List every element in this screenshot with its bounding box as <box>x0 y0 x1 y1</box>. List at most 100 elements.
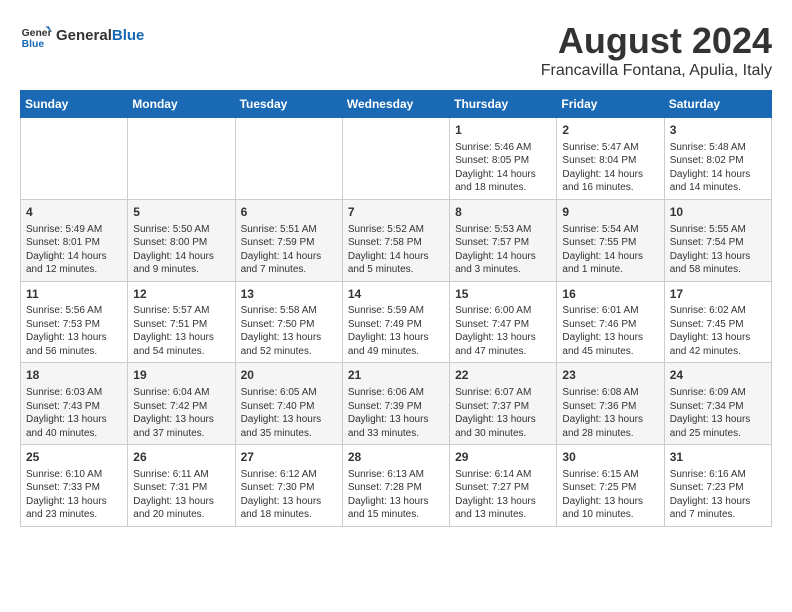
day-detail: Sunrise: 6:00 AM Sunset: 7:47 PM Dayligh… <box>455 304 551 358</box>
day-number: 22 <box>455 367 551 384</box>
day-cell: 3Sunrise: 5:48 AM Sunset: 8:02 PM Daylig… <box>664 118 771 200</box>
day-cell <box>235 118 342 200</box>
day-number: 9 <box>562 204 658 221</box>
day-number: 31 <box>670 449 766 466</box>
day-number: 13 <box>241 286 337 303</box>
day-number: 12 <box>133 286 229 303</box>
day-detail: Sunrise: 6:07 AM Sunset: 7:37 PM Dayligh… <box>455 386 551 440</box>
day-cell <box>21 118 128 200</box>
day-detail: Sunrise: 6:10 AM Sunset: 7:33 PM Dayligh… <box>26 468 122 522</box>
day-detail: Sunrise: 5:57 AM Sunset: 7:51 PM Dayligh… <box>133 304 229 358</box>
day-detail: Sunrise: 5:52 AM Sunset: 7:58 PM Dayligh… <box>348 223 444 277</box>
day-detail: Sunrise: 5:55 AM Sunset: 7:54 PM Dayligh… <box>670 223 766 277</box>
day-number: 24 <box>670 367 766 384</box>
day-detail: Sunrise: 6:09 AM Sunset: 7:34 PM Dayligh… <box>670 386 766 440</box>
day-detail: Sunrise: 6:08 AM Sunset: 7:36 PM Dayligh… <box>562 386 658 440</box>
week-row-2: 4 Sunrise: 5:49 AM Sunset: 8:01 PM Daylig… <box>21 199 772 281</box>
day-cell: 13Sunrise: 5:58 AM Sunset: 7:50 PM Dayli… <box>235 281 342 363</box>
calendar-header-row: SundayMondayTuesdayWednesdayThursdayFrid… <box>21 91 772 118</box>
header-saturday: Saturday <box>664 91 771 118</box>
day-number: 29 <box>455 449 551 466</box>
day-number: 14 <box>348 286 444 303</box>
day-cell <box>342 118 449 200</box>
day-cell: 9 Sunrise: 5:54 AM Sunset: 7:55 PM Daylig… <box>557 199 664 281</box>
logo-general: General <box>56 27 112 44</box>
week-row-4: 18Sunrise: 6:03 AM Sunset: 7:43 PM Dayli… <box>21 363 772 445</box>
day-cell: 12Sunrise: 5:57 AM Sunset: 7:51 PM Dayli… <box>128 281 235 363</box>
day-detail: Sunrise: 5:51 AM Sunset: 7:59 PM Dayligh… <box>241 223 337 277</box>
day-number: 20 <box>241 367 337 384</box>
day-detail: Sunrise: 6:15 AM Sunset: 7:25 PM Dayligh… <box>562 468 658 522</box>
week-row-1: 1 Sunrise: 5:46 AM Sunset: 8:05 PM Daylig… <box>21 118 772 200</box>
day-cell: 24 Sunrise: 6:09 AM Sunset: 7:34 PM Dayli… <box>664 363 771 445</box>
day-detail: Sunrise: 6:12 AM Sunset: 7:30 PM Dayligh… <box>241 468 337 522</box>
day-cell: 26 Sunrise: 6:11 AM Sunset: 7:31 PM Dayli… <box>128 445 235 527</box>
day-cell: 22 Sunrise: 6:07 AM Sunset: 7:37 PM Dayli… <box>450 363 557 445</box>
day-detail: Sunrise: 6:01 AM Sunset: 7:46 PM Dayligh… <box>562 304 658 358</box>
day-number: 3 <box>670 122 766 139</box>
header-friday: Friday <box>557 91 664 118</box>
day-cell: 20 Sunrise: 6:05 AM Sunset: 7:40 PM Dayli… <box>235 363 342 445</box>
day-cell: 11Sunrise: 5:56 AM Sunset: 7:53 PM Dayli… <box>21 281 128 363</box>
day-detail: Sunrise: 6:06 AM Sunset: 7:39 PM Dayligh… <box>348 386 444 440</box>
day-number: 2 <box>562 122 658 139</box>
day-cell: 5Sunrise: 5:50 AM Sunset: 8:00 PM Daylig… <box>128 199 235 281</box>
day-number: 19 <box>133 367 229 384</box>
day-number: 28 <box>348 449 444 466</box>
day-number: 1 <box>455 122 551 139</box>
week-row-5: 25 Sunrise: 6:10 AM Sunset: 7:33 PM Dayli… <box>21 445 772 527</box>
logo-blue: Blue <box>112 27 145 44</box>
day-cell: 23Sunrise: 6:08 AM Sunset: 7:36 PM Dayli… <box>557 363 664 445</box>
week-row-3: 11Sunrise: 5:56 AM Sunset: 7:53 PM Dayli… <box>21 281 772 363</box>
day-cell: 31 Sunrise: 6:16 AM Sunset: 7:23 PM Dayli… <box>664 445 771 527</box>
calendar: SundayMondayTuesdayWednesdayThursdayFrid… <box>20 90 772 527</box>
day-cell: 10 Sunrise: 5:55 AM Sunset: 7:54 PM Dayli… <box>664 199 771 281</box>
day-detail: Sunrise: 6:16 AM Sunset: 7:23 PM Dayligh… <box>670 468 766 522</box>
day-cell: 27Sunrise: 6:12 AM Sunset: 7:30 PM Dayli… <box>235 445 342 527</box>
day-detail: Sunrise: 5:56 AM Sunset: 7:53 PM Dayligh… <box>26 304 122 358</box>
day-detail: Sunrise: 5:58 AM Sunset: 7:50 PM Dayligh… <box>241 304 337 358</box>
day-detail: Sunrise: 5:50 AM Sunset: 8:00 PM Dayligh… <box>133 223 229 277</box>
day-number: 10 <box>670 204 766 221</box>
month-title: August 2024 <box>541 20 772 62</box>
day-cell: 2 Sunrise: 5:47 AM Sunset: 8:04 PM Daylig… <box>557 118 664 200</box>
header-sunday: Sunday <box>21 91 128 118</box>
day-number: 16 <box>562 286 658 303</box>
header-thursday: Thursday <box>450 91 557 118</box>
day-number: 7 <box>348 204 444 221</box>
header-wednesday: Wednesday <box>342 91 449 118</box>
day-detail: Sunrise: 5:59 AM Sunset: 7:49 PM Dayligh… <box>348 304 444 358</box>
day-detail: Sunrise: 5:53 AM Sunset: 7:57 PM Dayligh… <box>455 223 551 277</box>
day-cell: 14Sunrise: 5:59 AM Sunset: 7:49 PM Dayli… <box>342 281 449 363</box>
logo: General Blue GeneralBlue <box>20 20 144 52</box>
day-number: 21 <box>348 367 444 384</box>
day-number: 26 <box>133 449 229 466</box>
day-cell <box>128 118 235 200</box>
day-cell: 8Sunrise: 5:53 AM Sunset: 7:57 PM Daylig… <box>450 199 557 281</box>
day-detail: Sunrise: 5:49 AM Sunset: 8:01 PM Dayligh… <box>26 223 122 277</box>
day-number: 25 <box>26 449 122 466</box>
day-detail: Sunrise: 6:13 AM Sunset: 7:28 PM Dayligh… <box>348 468 444 522</box>
day-cell: 7 Sunrise: 5:52 AM Sunset: 7:58 PM Daylig… <box>342 199 449 281</box>
day-number: 4 <box>26 204 122 221</box>
day-detail: Sunrise: 5:46 AM Sunset: 8:05 PM Dayligh… <box>455 141 551 195</box>
day-detail: Sunrise: 6:02 AM Sunset: 7:45 PM Dayligh… <box>670 304 766 358</box>
day-cell: 25 Sunrise: 6:10 AM Sunset: 7:33 PM Dayli… <box>21 445 128 527</box>
day-detail: Sunrise: 6:04 AM Sunset: 7:42 PM Dayligh… <box>133 386 229 440</box>
day-detail: Sunrise: 5:47 AM Sunset: 8:04 PM Dayligh… <box>562 141 658 195</box>
day-detail: Sunrise: 6:11 AM Sunset: 7:31 PM Dayligh… <box>133 468 229 522</box>
day-detail: Sunrise: 5:54 AM Sunset: 7:55 PM Dayligh… <box>562 223 658 277</box>
logo-icon: General Blue <box>20 20 52 52</box>
day-detail: Sunrise: 6:05 AM Sunset: 7:40 PM Dayligh… <box>241 386 337 440</box>
day-cell: 16Sunrise: 6:01 AM Sunset: 7:46 PM Dayli… <box>557 281 664 363</box>
location-title: Francavilla Fontana, Apulia, Italy <box>541 62 772 80</box>
header-monday: Monday <box>128 91 235 118</box>
day-cell: 17Sunrise: 6:02 AM Sunset: 7:45 PM Dayli… <box>664 281 771 363</box>
day-cell: 19 Sunrise: 6:04 AM Sunset: 7:42 PM Dayli… <box>128 363 235 445</box>
day-cell: 6 Sunrise: 5:51 AM Sunset: 7:59 PM Daylig… <box>235 199 342 281</box>
day-cell: 4 Sunrise: 5:49 AM Sunset: 8:01 PM Daylig… <box>21 199 128 281</box>
day-number: 6 <box>241 204 337 221</box>
day-number: 11 <box>26 286 122 303</box>
day-cell: 21 Sunrise: 6:06 AM Sunset: 7:39 PM Dayli… <box>342 363 449 445</box>
day-cell: 15Sunrise: 6:00 AM Sunset: 7:47 PM Dayli… <box>450 281 557 363</box>
